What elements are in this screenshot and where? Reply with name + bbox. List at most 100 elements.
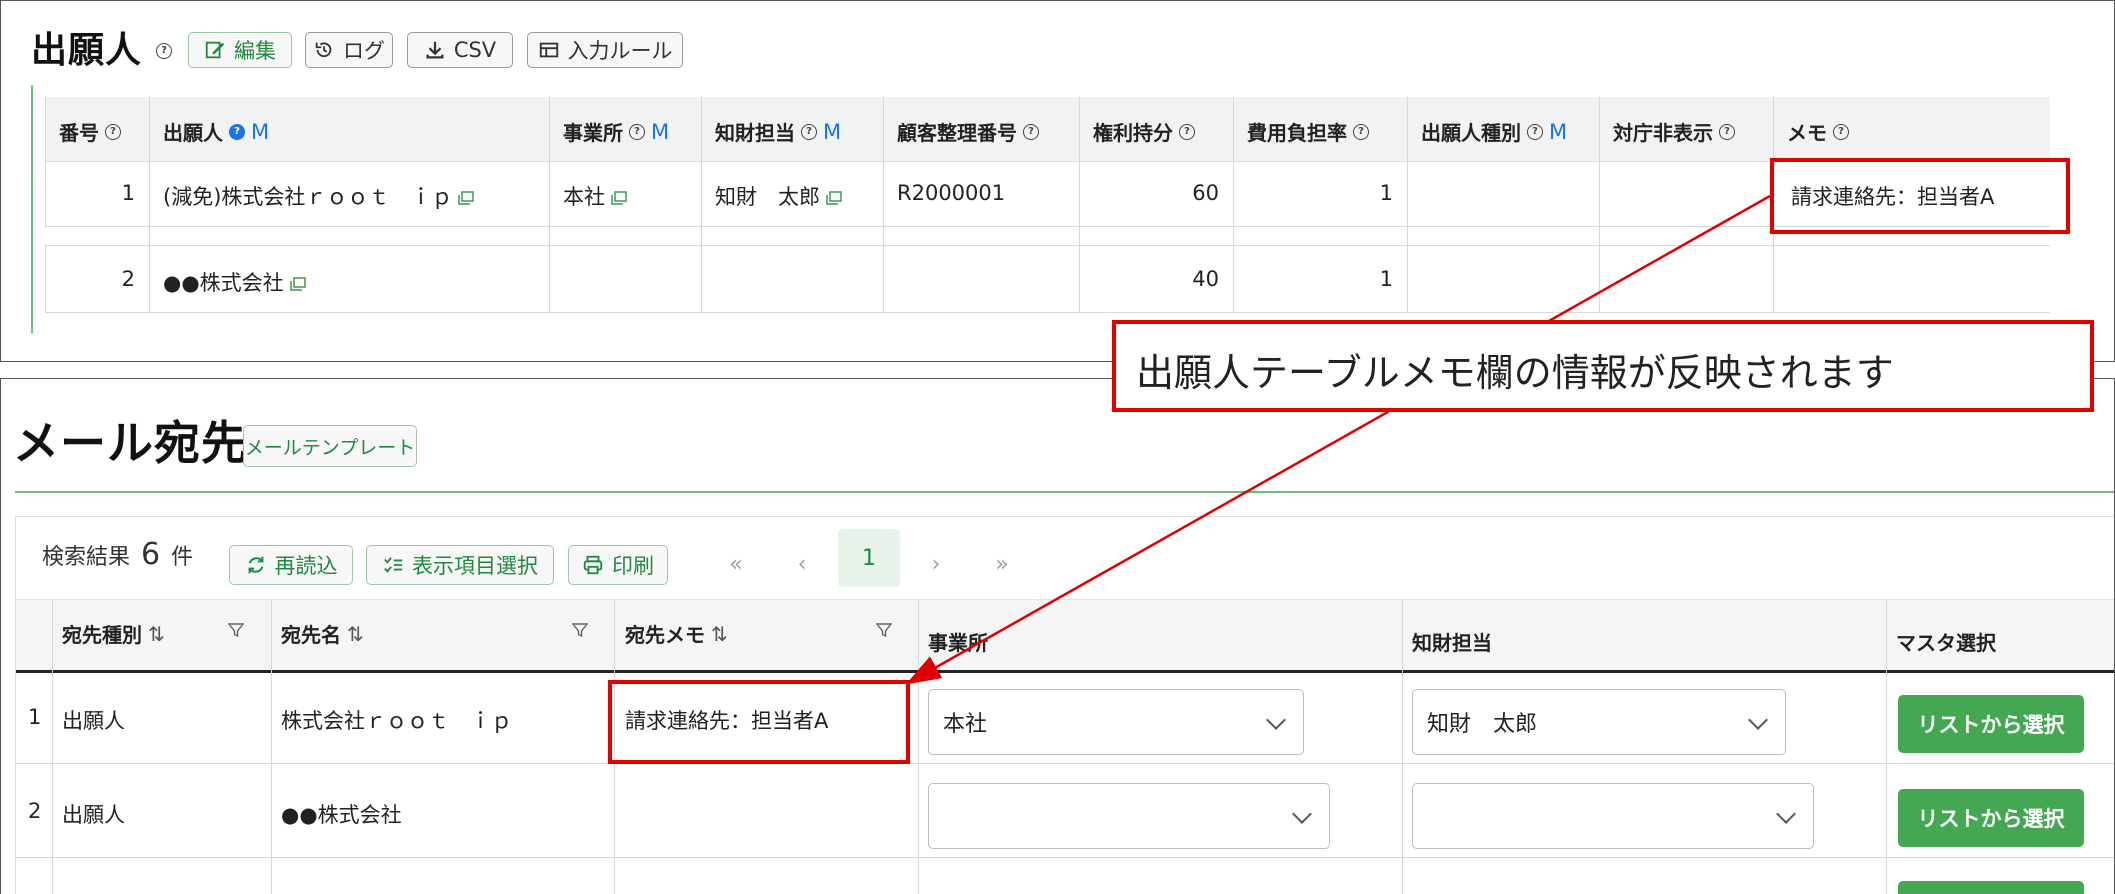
col-dest-memo-label: 宛先メモ	[625, 623, 705, 647]
col-hide[interactable]: 対庁非表示?	[1613, 117, 1735, 146]
col-type-label: 出願人種別	[1421, 121, 1521, 145]
help-icon[interactable]: ?	[629, 123, 645, 140]
row1-office-select[interactable]: 本社	[928, 689, 1304, 755]
col-memo[interactable]: メモ?	[1787, 117, 1849, 146]
row3-select-from-list-button[interactable]	[1898, 881, 2084, 894]
row1-applicant[interactable]: (減免)株式会社ｒｏｏｔ ｉｐ	[163, 181, 475, 211]
master-link[interactable]: M	[1549, 120, 1567, 144]
print-button[interactable]: 印刷	[568, 545, 668, 585]
help-icon[interactable]: ?	[1719, 123, 1735, 140]
row2-share: 40	[1192, 267, 1219, 291]
filter-icon[interactable]	[876, 622, 892, 638]
table-icon	[539, 42, 558, 58]
help-icon[interactable]: ?	[1527, 123, 1543, 140]
reload-button-label: 再読込	[274, 554, 338, 578]
callout-text: 出願人テーブルメモ欄の情報が反映されます	[1136, 351, 1894, 395]
row1-dest-type: 出願人	[62, 709, 125, 733]
filter-icon[interactable]	[228, 622, 244, 638]
memo-highlight-bottom	[608, 680, 910, 764]
col-type[interactable]: 出願人種別? M	[1421, 117, 1567, 146]
pager-last[interactable]: »	[972, 535, 1032, 593]
master-link[interactable]: M	[251, 120, 269, 144]
row1-office-value: 本社	[943, 712, 988, 737]
row2-number: 2	[121, 267, 135, 291]
sort-icon[interactable]: ⇅	[711, 622, 728, 646]
row1-ip-staff[interactable]: 知財 太郎	[715, 181, 842, 211]
help-icon[interactable]: ?	[229, 123, 245, 140]
result-label: 検索結果	[42, 545, 131, 570]
col-cost-ratio[interactable]: 費用負担率?	[1247, 117, 1369, 146]
column-select-button[interactable]: 表示項目選択	[366, 545, 554, 585]
col-office[interactable]: 事業所	[928, 627, 988, 656]
help-icon[interactable]: ?	[801, 123, 817, 140]
row1-index: 1	[28, 705, 42, 729]
help-icon[interactable]: ?	[1179, 123, 1195, 140]
copy-icon[interactable]	[826, 191, 842, 205]
copy-icon[interactable]	[611, 191, 627, 205]
edit-button[interactable]: 編集	[188, 32, 292, 68]
col-office[interactable]: 事業所? M	[563, 117, 669, 146]
col-ip-staff[interactable]: 知財担当	[1412, 627, 1492, 656]
pager-current[interactable]: 1	[838, 529, 900, 587]
help-icon[interactable]: ?	[1353, 123, 1369, 140]
section-rule	[31, 85, 33, 333]
row2-dest-name: ●●株式会社	[281, 803, 402, 827]
row1-select-from-list-button[interactable]: リストから選択	[1898, 695, 2084, 753]
chevron-down-icon	[1292, 804, 1312, 824]
callout-box: 出願人テーブルメモ欄の情報が反映されます	[1112, 320, 2094, 412]
mail-grid: 検索結果 6 件 再読込 表示項目選択 印刷 « ‹ 1 › » 宛先種別 ⇅ …	[15, 516, 2114, 894]
row1-number: 1	[121, 181, 135, 205]
master-link[interactable]: M	[823, 120, 841, 144]
memo-highlight-top	[1770, 158, 2070, 234]
copy-icon[interactable]	[458, 191, 475, 205]
copy-icon[interactable]	[289, 277, 306, 291]
col-dest-memo[interactable]: 宛先メモ ⇅	[625, 619, 728, 648]
log-button-label: ログ	[343, 39, 385, 63]
row1-ip-staff-select[interactable]: 知財 太郎	[1412, 689, 1786, 755]
master-link[interactable]: M	[651, 120, 669, 144]
pager-prev[interactable]: ‹	[772, 535, 832, 593]
help-icon[interactable]: ?	[156, 43, 172, 59]
filter-icon[interactable]	[572, 622, 588, 638]
row1-applicant-text: (減免)株式会社ｒｏｏｔ ｉｐ	[163, 185, 453, 209]
sort-icon[interactable]: ⇅	[148, 622, 165, 646]
col-ip-staff-label: 知財担当	[715, 121, 795, 145]
row2-index: 2	[28, 799, 42, 823]
col-share[interactable]: 権利持分?	[1093, 117, 1195, 146]
col-number-label: 番号	[59, 121, 99, 145]
col-applicant[interactable]: 出願人? M	[163, 117, 269, 146]
row1-dest-name: 株式会社ｒｏｏｔ ｉｐ	[281, 709, 512, 733]
help-icon[interactable]: ?	[1833, 123, 1849, 140]
row1-office[interactable]: 本社	[563, 181, 627, 211]
mail-template-button-label: メールテンプレート	[244, 436, 416, 459]
row1-share: 60	[1192, 181, 1219, 205]
pager-next[interactable]: ›	[906, 535, 966, 593]
print-button-label: 印刷	[612, 554, 654, 578]
pager-first[interactable]: «	[706, 535, 766, 593]
col-dest-type[interactable]: 宛先種別 ⇅	[62, 619, 165, 648]
col-dest-type-label: 宛先種別	[62, 623, 142, 647]
row2-ip-staff-select[interactable]	[1412, 783, 1814, 849]
csv-button[interactable]: CSV	[407, 32, 513, 68]
col-dest-name[interactable]: 宛先名 ⇅	[281, 619, 364, 648]
row2-office-select[interactable]	[928, 783, 1330, 849]
applicant-table-header	[45, 97, 2050, 161]
col-applicant-label: 出願人	[163, 121, 223, 145]
col-hide-label: 対庁非表示	[1613, 121, 1713, 145]
log-button[interactable]: ログ	[305, 32, 393, 68]
applicant-table: 番号? 出願人? M 事業所? M 知財担当? M 顧客整理番号? 権利持分? 費用負…	[45, 97, 2050, 313]
row2-applicant[interactable]: ●●株式会社	[163, 267, 306, 297]
col-master[interactable]: マスタ選択	[1896, 627, 1996, 656]
input-rule-button[interactable]: 入力ルール	[527, 32, 683, 68]
column-select-button-label: 表示項目選択	[412, 554, 538, 578]
reload-button[interactable]: 再読込	[229, 545, 353, 585]
col-client-ref[interactable]: 顧客整理番号?	[897, 117, 1039, 146]
col-number[interactable]: 番号?	[59, 117, 121, 146]
help-icon[interactable]: ?	[1023, 123, 1039, 140]
col-office-label: 事業所	[563, 121, 623, 145]
row2-select-from-list-button[interactable]: リストから選択	[1898, 789, 2084, 847]
col-ip-staff[interactable]: 知財担当? M	[715, 117, 841, 146]
sort-icon[interactable]: ⇅	[347, 622, 364, 646]
help-icon[interactable]: ?	[105, 123, 121, 140]
mail-template-button[interactable]: メールテンプレート	[243, 425, 417, 467]
